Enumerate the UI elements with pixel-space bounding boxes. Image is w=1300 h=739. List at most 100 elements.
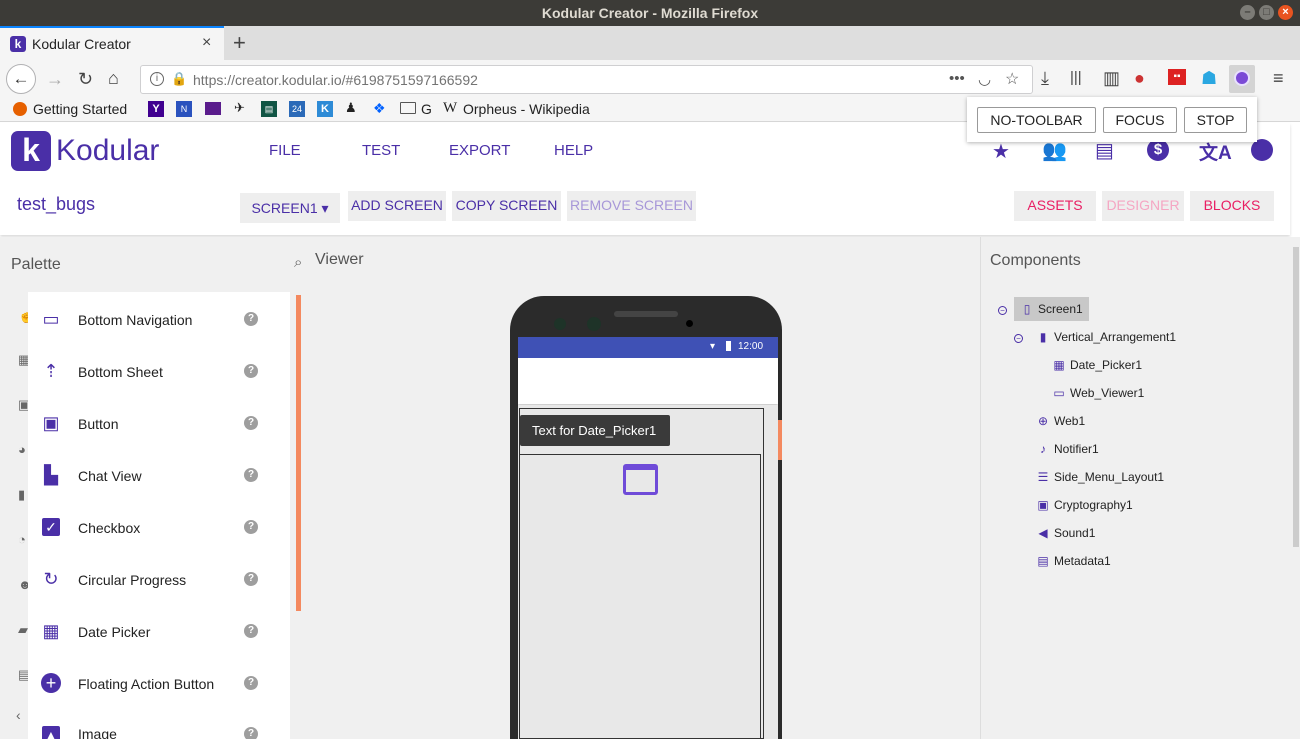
bookmark-star-icon[interactable]: ☆ bbox=[1005, 69, 1019, 89]
menu-export[interactable]: EXPORT bbox=[449, 142, 510, 159]
tree-notifier1[interactable]: ♪ Notifier1 bbox=[1036, 440, 1099, 458]
add-screen-button[interactable]: ADD SCREEN bbox=[348, 191, 446, 221]
date-picker-component[interactable]: Text for Date_Picker1 bbox=[520, 415, 670, 446]
translate-icon[interactable]: 文A bbox=[1199, 138, 1232, 165]
account-icon[interactable] bbox=[1251, 139, 1273, 161]
palette-item-chat-view[interactable]: ▙ Chat View? bbox=[28, 450, 290, 502]
tree-metadata1[interactable]: ▤ Metadata1 bbox=[1036, 552, 1110, 570]
kodular-logo-text[interactable]: Kodular bbox=[56, 134, 159, 168]
close-tab-icon[interactable]: × bbox=[202, 34, 211, 52]
yahoo-icon[interactable]: Y bbox=[148, 101, 164, 117]
assets-button[interactable]: ASSETS bbox=[1014, 191, 1096, 221]
help-icon[interactable]: ? bbox=[244, 572, 258, 586]
bookmark-orpheus[interactable]: Orpheus - Wikipedia bbox=[463, 101, 590, 117]
back-icon[interactable]: ← bbox=[6, 64, 36, 94]
tree-date-picker1[interactable]: ▦ Date_Picker1 bbox=[1052, 356, 1142, 374]
home-icon[interactable]: ⌂ bbox=[108, 68, 119, 88]
extension-balls-icon[interactable]: ● bbox=[1134, 68, 1145, 88]
bookmark-blue-icon[interactable]: N bbox=[176, 101, 192, 117]
browser-tab[interactable]: k Kodular Creator × bbox=[0, 26, 224, 60]
minimize-icon[interactable]: – bbox=[1240, 5, 1255, 20]
category-sensors-icon[interactable]: ◔ bbox=[18, 532, 26, 547]
downloads-icon[interactable]: ⤓ bbox=[1041, 68, 1049, 88]
gallery-star-icon[interactable]: ★ bbox=[992, 139, 1010, 164]
help-icon[interactable]: ? bbox=[244, 727, 258, 739]
bookmark-24-icon[interactable]: 24 bbox=[289, 101, 305, 117]
tree-web-viewer1[interactable]: ▭ Web_Viewer1 bbox=[1052, 384, 1144, 402]
pocket-icon[interactable]: ◡ bbox=[978, 70, 991, 88]
help-icon[interactable]: ? bbox=[244, 624, 258, 638]
bookmark-person-icon[interactable]: ✈ bbox=[234, 100, 245, 116]
tree-cryptography1[interactable]: ▣ Cryptography1 bbox=[1036, 496, 1132, 514]
tree-web1[interactable]: ⊕ Web1 bbox=[1036, 412, 1085, 430]
dropbox-icon[interactable]: ❖ bbox=[373, 100, 386, 117]
copy-screen-button[interactable]: COPY SCREEN bbox=[452, 191, 561, 221]
extension-red-icon[interactable]: ▪▪ bbox=[1168, 69, 1186, 85]
collapse-palette-icon[interactable]: ‹ bbox=[16, 707, 21, 723]
menu-help[interactable]: HELP bbox=[554, 142, 593, 159]
help-icon[interactable]: ? bbox=[244, 364, 258, 378]
chat-icon: ▙ bbox=[44, 465, 58, 485]
phone-side-handle[interactable] bbox=[778, 420, 782, 460]
help-icon[interactable]: ? bbox=[244, 468, 258, 482]
blocks-button[interactable]: BLOCKS bbox=[1190, 191, 1274, 221]
mail-icon[interactable] bbox=[205, 102, 221, 115]
designer-button[interactable]: DESIGNER bbox=[1102, 191, 1184, 221]
palette-item-circular-progress[interactable]: ↻ Circular Progress? bbox=[28, 554, 290, 606]
info-icon[interactable]: i bbox=[150, 72, 164, 86]
url-bar[interactable]: i 🔒 https://creator.kodular.io/#61987515… bbox=[140, 65, 1033, 94]
sidebar-icon[interactable]: ▥ bbox=[1103, 68, 1120, 88]
bookmark-chart-icon[interactable]: ▤ bbox=[261, 101, 277, 117]
forward-icon[interactable]: → bbox=[46, 69, 64, 89]
remove-screen-button[interactable]: REMOVE SCREEN bbox=[567, 191, 696, 221]
new-tab-icon[interactable]: + bbox=[233, 30, 246, 56]
url-text[interactable]: https://creator.kodular.io/#619875159716… bbox=[193, 72, 478, 88]
window-title: Kodular Creator - Mozilla Firefox bbox=[541, 5, 759, 21]
no-toolbar-button[interactable]: NO-TOOLBAR bbox=[977, 107, 1096, 133]
help-icon[interactable]: ? bbox=[244, 520, 258, 534]
help-icon[interactable]: ? bbox=[244, 676, 258, 690]
help-icon[interactable]: ? bbox=[244, 312, 258, 326]
bookmark-figure-icon[interactable]: ♟ bbox=[345, 100, 357, 116]
palette-item-button[interactable]: ▣ Button? bbox=[28, 398, 290, 450]
palette-item-date-picker[interactable]: ▦ Date Picker? bbox=[28, 606, 290, 658]
palette-scrollbar[interactable] bbox=[296, 295, 301, 611]
library-icon[interactable]: ||| bbox=[1070, 68, 1082, 88]
palette-item-floating-action-button[interactable]: + Floating Action Button? bbox=[28, 658, 290, 710]
collapse-arrangement-icon[interactable]: − bbox=[1014, 334, 1023, 343]
menu-test[interactable]: TEST bbox=[362, 142, 400, 159]
tree-screen1[interactable]: ▯ Screen1 bbox=[1014, 297, 1089, 321]
reload-icon[interactable]: ↻ bbox=[78, 69, 93, 89]
help-icon[interactable]: ? bbox=[244, 416, 258, 430]
tree-side-menu-layout1[interactable]: ☰ Side_Menu_Layout1 bbox=[1036, 468, 1164, 486]
menu-file[interactable]: FILE bbox=[269, 142, 301, 159]
palette-item-checkbox[interactable]: ✓ Checkbox? bbox=[28, 502, 290, 554]
focus-button[interactable]: FOCUS bbox=[1103, 107, 1177, 133]
collapse-screen1-icon[interactable]: − bbox=[998, 306, 1007, 315]
bookmark-k-icon[interactable]: K bbox=[317, 101, 333, 117]
file-chart-icon: ▤ bbox=[1037, 554, 1049, 568]
screen-select-button[interactable]: SCREEN1 ▾ bbox=[240, 193, 340, 223]
stop-button[interactable]: STOP bbox=[1184, 107, 1247, 133]
tree-vertical-arrangement1[interactable]: ▮ Vertical_Arrangement1 bbox=[1036, 328, 1176, 346]
tree-sound1[interactable]: ◀ Sound1 bbox=[1036, 524, 1095, 542]
components-scrollbar[interactable] bbox=[1293, 247, 1299, 547]
web-viewer-component[interactable] bbox=[519, 454, 761, 739]
category-drawing-icon[interactable]: ◕ bbox=[18, 442, 26, 457]
image-icon: ▲ bbox=[42, 726, 60, 739]
page-actions-icon[interactable]: ••• bbox=[949, 70, 965, 87]
palette-item-image[interactable]: ▲ Image? bbox=[28, 710, 290, 739]
bookmark-getting-started[interactable]: Getting Started bbox=[33, 101, 127, 117]
palette-item-bottom-navigation[interactable]: ▭ Bottom Navigation? bbox=[28, 294, 290, 346]
close-window-icon[interactable]: × bbox=[1278, 5, 1293, 20]
dollar-icon[interactable]: $ bbox=[1147, 139, 1169, 161]
kodular-logo-icon[interactable]: k bbox=[11, 131, 51, 171]
bookmark-folder-g[interactable]: G bbox=[421, 101, 432, 117]
palette-item-bottom-sheet[interactable]: ⇡ Bottom Sheet? bbox=[28, 346, 290, 398]
maximize-icon[interactable]: □ bbox=[1259, 5, 1274, 20]
ghostery-icon[interactable]: ☗ bbox=[1201, 68, 1217, 88]
hamburger-menu-icon[interactable]: ≡ bbox=[1273, 68, 1284, 88]
category-connectivity-icon[interactable]: ▰ bbox=[18, 622, 28, 638]
category-storage-icon[interactable]: ▮ bbox=[18, 487, 25, 503]
focus-extension-button[interactable] bbox=[1229, 65, 1255, 93]
